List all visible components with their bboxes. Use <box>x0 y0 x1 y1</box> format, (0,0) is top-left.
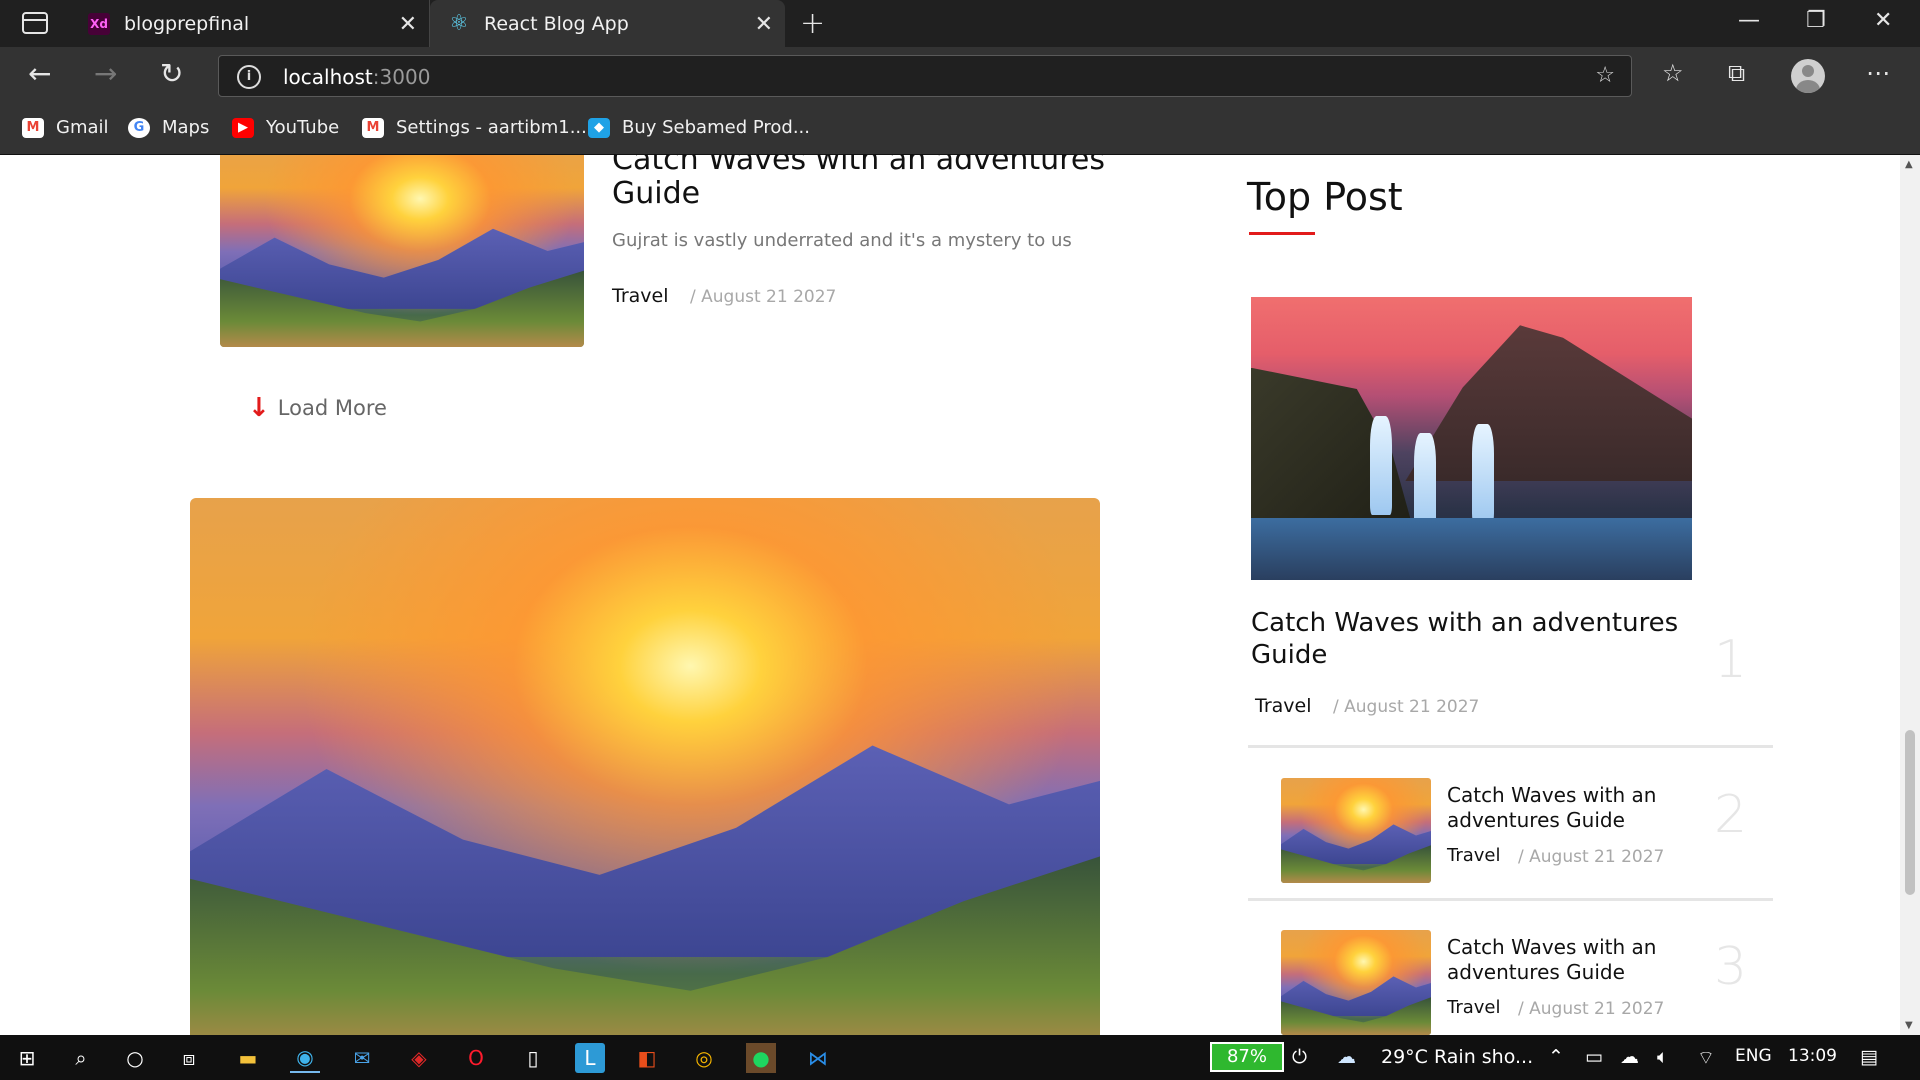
rank-number: 1 <box>1714 630 1748 690</box>
tab-label: blogprepfinal <box>124 12 250 35</box>
add-favorite-icon[interactable]: ☆ <box>1595 63 1615 88</box>
tab-label: React Blog App <box>484 12 629 35</box>
battery-indicator[interactable]: 87% <box>1210 1042 1284 1072</box>
profile-avatar[interactable] <box>1791 59 1825 93</box>
minimize-icon[interactable]: — <box>1738 8 1760 33</box>
rank-number: 3 <box>1714 937 1748 997</box>
post-excerpt: Gujrat is vastly underrated and it's a m… <box>612 230 1072 251</box>
top-post-image[interactable] <box>1251 297 1692 580</box>
youtube-icon: ▶ <box>232 117 254 138</box>
post-date: / August 21 2027 <box>690 287 837 307</box>
back-icon[interactable]: ← <box>28 57 51 90</box>
office-icon[interactable]: ◧ <box>632 1043 662 1073</box>
heading-underline <box>1249 232 1315 235</box>
edge-icon[interactable]: ◉ <box>290 1043 320 1073</box>
close-window-icon[interactable]: ✕ <box>1874 8 1892 33</box>
close-tab-icon[interactable]: ✕ <box>399 12 417 37</box>
weather-text[interactable]: 29°C Rain sho... <box>1381 1046 1533 1068</box>
tab-react-blog-app[interactable]: ⚛ React Blog App ✕ <box>430 0 785 47</box>
post-thumbnail[interactable] <box>220 155 584 347</box>
scrollbar-thumb[interactable] <box>1905 730 1915 895</box>
tab-blogprepfinal[interactable]: Xd blogprepfinal ✕ <box>70 0 430 47</box>
notepad-icon[interactable]: ▯ <box>518 1043 548 1073</box>
chevron-up-icon[interactable]: ⌃ <box>1548 1046 1564 1068</box>
divider <box>1248 745 1773 748</box>
featured-post-image[interactable] <box>190 498 1100 1035</box>
sebamed-icon: ◆ <box>588 117 610 138</box>
post-title[interactable]: Catch Waves with an adventures Guide <box>612 155 1132 211</box>
windows-start-icon[interactable]: ⊞ <box>12 1043 42 1073</box>
favorites-icon[interactable]: ☆ <box>1662 59 1684 87</box>
divider <box>1248 898 1773 901</box>
cortana-icon[interactable]: ○ <box>120 1043 150 1073</box>
refresh-icon[interactable]: ↻ <box>160 57 183 90</box>
cloud-error-icon[interactable]: ☁ <box>1620 1046 1639 1068</box>
url-text[interactable]: localhost:3000 <box>283 65 430 89</box>
list-item-thumbnail[interactable] <box>1281 778 1431 883</box>
url-field[interactable]: i localhost:3000 ☆ <box>218 55 1632 97</box>
weather-icon[interactable]: ☁ <box>1337 1046 1356 1068</box>
post-category[interactable]: Travel <box>612 285 668 307</box>
top-post-heading: Top Post <box>1247 175 1403 219</box>
bookmark-gmail[interactable]: M Gmail <box>22 117 109 138</box>
arrow-down-icon: ↓ <box>248 393 270 423</box>
list-item-date: / August 21 2027 <box>1518 999 1665 1019</box>
list-item-title[interactable]: Catch Waves with an adventures Guide <box>1447 935 1687 985</box>
file-explorer-icon[interactable]: ▬ <box>233 1043 263 1073</box>
spotify-icon[interactable]: ● <box>746 1043 776 1073</box>
bookmark-maps[interactable]: G Maps <box>128 117 209 138</box>
top-post-date: / August 21 2027 <box>1333 697 1480 717</box>
vscode-icon[interactable]: ⋈ <box>803 1043 833 1073</box>
plug-icon: ⏻ <box>1292 1046 1308 1068</box>
chrome-icon[interactable]: ◎ <box>689 1043 719 1073</box>
tab-bar: Xd blogprepfinal ✕ ⚛ React Blog App ✕ + … <box>0 0 1920 47</box>
list-item-thumbnail[interactable] <box>1281 930 1431 1035</box>
scroll-down-icon[interactable]: ▼ <box>1905 1020 1913 1031</box>
address-bar: ← → ↻ i localhost:3000 ☆ ☆ ⧉ ⋯ <box>0 47 1920 105</box>
device-icon[interactable]: ▭ <box>1585 1046 1603 1068</box>
mail-icon[interactable]: ✉ <box>347 1043 377 1073</box>
close-tab-icon[interactable]: ✕ <box>755 12 773 37</box>
list-item-category[interactable]: Travel <box>1447 845 1501 866</box>
top-post-title[interactable]: Catch Waves with an adventures Guide <box>1251 607 1691 671</box>
adobe-xd-icon: Xd <box>88 12 110 35</box>
list-item-title[interactable]: Catch Waves with an adventures Guide <box>1447 783 1687 833</box>
opera-icon[interactable]: O <box>461 1043 491 1073</box>
load-more-button[interactable]: ↓ Load More <box>248 393 387 423</box>
list-item-date: / August 21 2027 <box>1518 847 1665 867</box>
bookmarks-bar: M Gmail G Maps ▶ YouTube M Settings - aa… <box>0 105 1920 155</box>
page-viewport: Catch Waves with an adventures Guide Guj… <box>0 155 1900 1035</box>
new-tab-button[interactable]: + <box>800 6 825 41</box>
top-post-category[interactable]: Travel <box>1255 695 1311 717</box>
notifications-icon[interactable]: ▤ <box>1860 1046 1878 1068</box>
collections-icon[interactable]: ⧉ <box>1728 59 1745 87</box>
gmail-icon: M <box>22 117 44 138</box>
scroll-up-icon[interactable]: ▲ <box>1905 159 1913 170</box>
wifi-icon[interactable]: ⌔ <box>1697 1046 1715 1070</box>
page-scrollbar[interactable]: ▲ ▼ <box>1900 155 1920 1035</box>
forward-icon[interactable]: → <box>94 57 117 90</box>
react-icon: ⚛ <box>449 11 469 36</box>
tab-actions-icon[interactable] <box>22 12 48 34</box>
bookmark-settings[interactable]: M Settings - aartibm1... <box>362 117 587 138</box>
list-item-category[interactable]: Travel <box>1447 997 1501 1018</box>
mcafee-icon[interactable]: ◈ <box>404 1043 434 1073</box>
google-icon: G <box>128 117 150 138</box>
windows-taskbar: ⊞ ⌕ ○ ⧈ ▬ ◉ ✉ ◈ O ▯ L ◧ ◎ ● ⋈ 87% ⏻ ☁ 29… <box>0 1035 1920 1080</box>
bookmark-sebamed[interactable]: ◆ Buy Sebamed Prod... <box>588 117 810 138</box>
info-icon[interactable]: i <box>237 65 261 89</box>
more-menu-icon[interactable]: ⋯ <box>1866 59 1890 87</box>
language-indicator[interactable]: ENG <box>1735 1046 1772 1066</box>
bookmark-youtube[interactable]: ▶ YouTube <box>232 117 339 138</box>
rank-number: 2 <box>1714 785 1748 845</box>
launcher-icon[interactable]: L <box>575 1043 605 1073</box>
search-icon[interactable]: ⌕ <box>66 1043 96 1073</box>
clock[interactable]: 13:09 <box>1788 1046 1837 1066</box>
maximize-icon[interactable]: ❐ <box>1806 8 1826 33</box>
volume-icon[interactable]: 🔈︎ <box>1657 1046 1668 1068</box>
gmail-icon: M <box>362 117 384 138</box>
task-view-icon[interactable]: ⧈ <box>174 1043 204 1073</box>
